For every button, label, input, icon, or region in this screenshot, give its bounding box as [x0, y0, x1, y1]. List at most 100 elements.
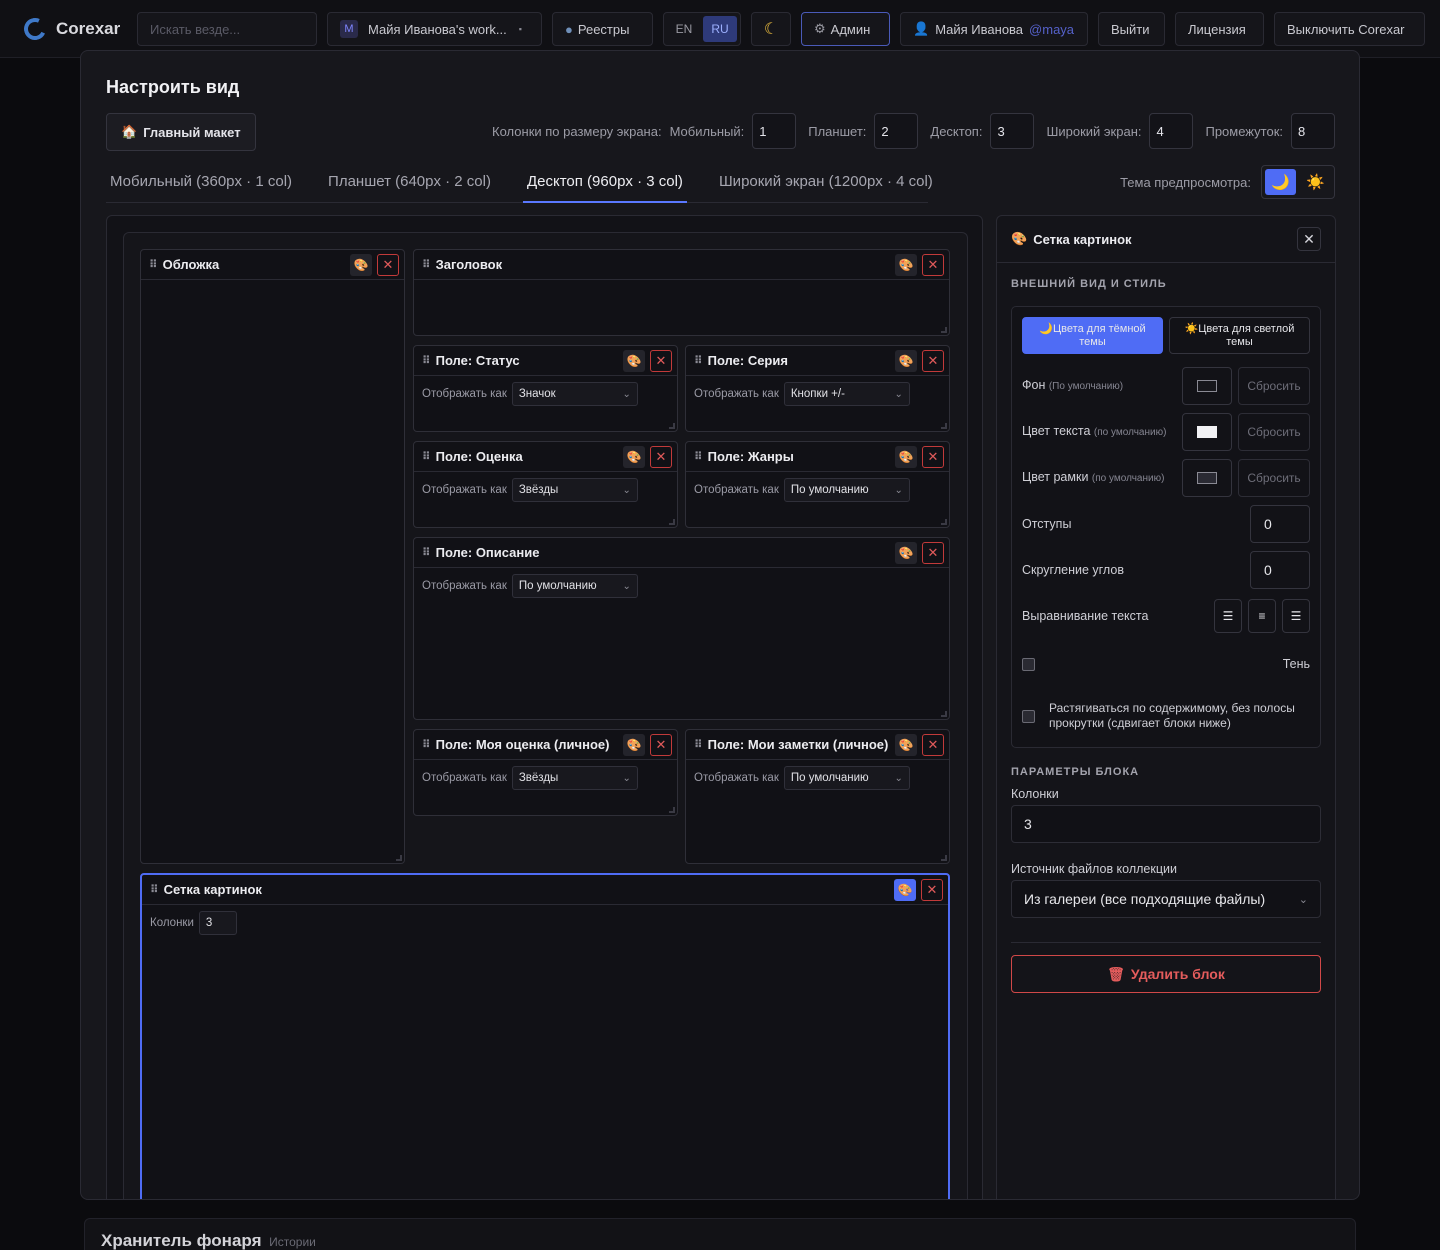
block-image-grid[interactable]: ⠿ Сетка картинок 🎨 ✕ Колонки 3	[140, 873, 950, 1199]
radius-input[interactable]: 0	[1250, 551, 1310, 589]
columns-input[interactable]: 3	[198, 911, 237, 935]
dark-theme-colors-button[interactable]: 🌙Цвета для тёмной темы	[1022, 317, 1163, 354]
block-field-rating[interactable]: ⠿ Поле: Оценка 🎨 ✕ Отображать как Звёзды…	[413, 441, 678, 528]
app-logo[interactable]: Corexar	[20, 14, 120, 44]
license-button[interactable]: Лицензия	[1175, 12, 1264, 46]
palette-icon[interactable]: 🎨	[623, 445, 645, 468]
desktop-cols-input[interactable]: 3	[990, 113, 1035, 149]
close-panel-button[interactable]: ✕	[1297, 227, 1321, 251]
lang-ru-button[interactable]: RU	[703, 16, 737, 42]
global-search-input[interactable]: Искать везде...	[137, 12, 317, 46]
block-header[interactable]: ⠿ Заголовок 🎨 ✕	[413, 249, 950, 336]
stretch-checkbox[interactable]	[1022, 709, 1035, 723]
drag-handle-icon[interactable]: ⠿	[422, 546, 431, 559]
block-field-series[interactable]: ⠿ Поле: Серия 🎨 ✕ Отображать как Кнопки …	[685, 345, 950, 432]
border-color-swatch[interactable]	[1182, 459, 1232, 497]
padding-input[interactable]: 0	[1250, 505, 1310, 543]
resize-handle[interactable]	[669, 423, 675, 429]
resize-handle[interactable]	[941, 855, 947, 861]
source-select[interactable]: Из галереи (все подходящие файлы) ⌄	[1011, 880, 1321, 918]
close-icon[interactable]: ✕	[922, 541, 944, 564]
palette-icon[interactable]: 🎨	[895, 445, 917, 468]
theme-toggle-button[interactable]: ☾	[751, 12, 791, 46]
resize-handle[interactable]	[941, 519, 947, 525]
close-icon[interactable]: ✕	[922, 733, 944, 756]
palette-icon[interactable]: 🎨	[623, 349, 645, 372]
palette-icon[interactable]: 🎨	[895, 733, 917, 756]
close-icon[interactable]: ✕	[377, 253, 399, 276]
tab-desktop[interactable]: Десктоп (960px · 3 col)	[522, 165, 687, 203]
lang-en-button[interactable]: EN	[667, 16, 701, 42]
display-as-select[interactable]: По умолчанию ⌄	[783, 766, 910, 790]
drag-handle-icon[interactable]: ⠿	[422, 354, 431, 367]
align-right-button[interactable]: ☰	[1282, 599, 1310, 633]
sun-icon[interactable]: ☀️	[1300, 169, 1331, 195]
resize-handle[interactable]	[669, 807, 675, 813]
resize-handle[interactable]	[669, 519, 675, 525]
wide-cols-input[interactable]: 4	[1149, 113, 1194, 149]
align-center-button[interactable]: ≡	[1248, 599, 1276, 633]
close-icon[interactable]: ✕	[650, 445, 672, 468]
close-icon[interactable]: ✕	[922, 445, 944, 468]
delete-block-button[interactable]: 🗑 Удалить блок	[1011, 955, 1321, 993]
tab-mobile[interactable]: Мобильный (360px · 1 col)	[106, 165, 296, 203]
close-icon[interactable]: ✕	[921, 878, 943, 901]
columns-input[interactable]: 3	[1011, 805, 1321, 843]
block-field-my-rating[interactable]: ⠿ Поле: Моя оценка (личное) 🎨 ✕ Отобража…	[413, 729, 678, 816]
main-layout-button[interactable]: 🏠 Главный макет	[106, 113, 256, 151]
palette-icon[interactable]: 🎨	[350, 253, 372, 276]
drag-handle-icon[interactable]: ⠿	[422, 738, 431, 751]
palette-icon[interactable]: 🎨	[895, 349, 917, 372]
drag-handle-icon[interactable]: ⠿	[422, 258, 431, 271]
close-icon[interactable]: ✕	[922, 349, 944, 372]
palette-icon[interactable]: 🎨	[894, 878, 916, 901]
block-field-description[interactable]: ⠿ Поле: Описание 🎨 ✕ Отображать как По у…	[413, 537, 950, 720]
moon-icon[interactable]: 🌙	[1265, 169, 1296, 195]
display-as-select[interactable]: Звёзды ⌄	[511, 478, 638, 502]
palette-icon[interactable]: 🎨	[895, 541, 917, 564]
display-as-select[interactable]: Звёзды ⌄	[511, 766, 638, 790]
display-as-select[interactable]: Кнопки +/- ⌄	[783, 382, 910, 406]
gap-input[interactable]: 8	[1291, 113, 1335, 149]
shadow-checkbox[interactable]	[1022, 657, 1035, 671]
align-left-button[interactable]: ☰	[1214, 599, 1242, 633]
disable-corexar-button[interactable]: Выключить Corexar	[1274, 12, 1425, 46]
tablet-cols-input[interactable]: 2	[874, 113, 919, 149]
user-profile-button[interactable]: 👤 Майя Иванова @maya	[900, 12, 1088, 46]
resize-handle[interactable]	[396, 855, 402, 861]
block-field-status[interactable]: ⠿ Поле: Статус 🎨 ✕ Отображать как Значок…	[413, 345, 678, 432]
resize-handle[interactable]	[941, 423, 947, 429]
reset-border-color-button[interactable]: Сбросить	[1238, 459, 1310, 497]
tab-tablet[interactable]: Планшет (640px · 2 col)	[324, 165, 495, 203]
light-theme-colors-button[interactable]: ☀️Цвета для светлой темы	[1169, 317, 1310, 354]
display-as-select[interactable]: По умолчанию ⌄	[511, 574, 638, 598]
display-as-select[interactable]: Значок ⌄	[511, 382, 638, 406]
logout-button[interactable]: Выйти	[1098, 12, 1165, 46]
reset-text-color-button[interactable]: Сбросить	[1238, 413, 1310, 451]
drag-handle-icon[interactable]: ⠿	[422, 450, 431, 463]
palette-icon[interactable]: 🎨	[895, 253, 917, 276]
drag-handle-icon[interactable]: ⠿	[694, 354, 703, 367]
block-field-genres[interactable]: ⠿ Поле: Жанры 🎨 ✕ Отображать как По умол…	[685, 441, 950, 528]
drag-handle-icon[interactable]: ⠿	[694, 738, 703, 751]
admin-button[interactable]: ⚙ Админ	[801, 12, 890, 46]
reset-bg-button[interactable]: Сбросить	[1238, 367, 1310, 405]
drag-handle-icon[interactable]: ⠿	[149, 258, 158, 271]
tab-wide[interactable]: Широкий экран (1200px · 4 col)	[715, 165, 937, 203]
text-color-swatch[interactable]	[1182, 413, 1232, 451]
close-icon[interactable]: ✕	[650, 733, 672, 756]
palette-icon[interactable]: 🎨	[623, 733, 645, 756]
display-as-select[interactable]: По умолчанию ⌄	[783, 478, 910, 502]
resize-handle[interactable]	[941, 327, 947, 333]
close-icon[interactable]: ✕	[922, 253, 944, 276]
mobile-cols-input[interactable]: 1	[752, 113, 797, 149]
bg-color-swatch[interactable]	[1182, 367, 1232, 405]
resize-handle[interactable]	[941, 711, 947, 717]
drag-handle-icon[interactable]: ⠿	[150, 883, 159, 896]
registries-button[interactable]: ● Реестры	[552, 12, 653, 46]
block-field-my-notes[interactable]: ⠿ Поле: Мои заметки (личное) 🎨 ✕ Отображ…	[685, 729, 950, 864]
close-icon[interactable]: ✕	[650, 349, 672, 372]
drag-handle-icon[interactable]: ⠿	[694, 450, 703, 463]
workspace-switcher[interactable]: M Майя Иванова's work... ▪	[327, 12, 542, 46]
block-cover[interactable]: ⠿ Обложка 🎨 ✕	[140, 249, 405, 864]
